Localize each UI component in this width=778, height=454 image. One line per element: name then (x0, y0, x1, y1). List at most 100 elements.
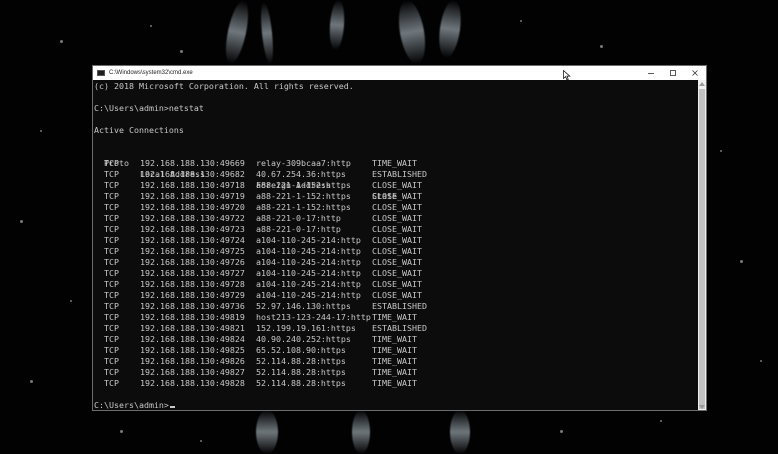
cell-proto: TCP (104, 378, 119, 388)
cell-state: CLOSE_WAIT (372, 202, 422, 212)
maximize-icon (670, 70, 676, 76)
table-row: TCP 192.168.188.130:49727 a104-110-245-214… (93, 268, 693, 279)
cell-foreign-address: a88-221-0-17:http (256, 224, 341, 234)
table-row: TCP 192.168.188.130:49722 a88-221-0-17:htt… (93, 213, 693, 224)
table-row: TCP 192.168.188.130:49682 40.67.254.36:htt… (93, 169, 693, 180)
cell-local-address: 192.168.188.130:49727 (140, 268, 245, 278)
cell-local-address: 192.168.188.130:49825 (140, 345, 245, 355)
cell-proto: TCP (104, 180, 119, 190)
cell-state: TIME_WAIT (372, 378, 417, 388)
cell-proto: TCP (104, 301, 119, 311)
cell-local-address: 192.168.188.130:49828 (140, 378, 245, 388)
cell-proto: TCP (104, 202, 119, 212)
cell-proto: TCP (104, 268, 119, 278)
cell-state: CLOSE_WAIT (372, 268, 422, 278)
cell-foreign-address: a88-221-1-152:https (256, 180, 351, 190)
cell-local-address: 192.168.188.130:49725 (140, 246, 245, 256)
table-row: TCP 192.168.188.130:49718 a88-221-1-152:ht… (93, 180, 693, 191)
cell-foreign-address: a104-110-245-214:http (256, 257, 361, 267)
maximize-button[interactable] (662, 66, 684, 80)
cell-state: TIME_WAIT (372, 356, 417, 366)
cell-foreign-address: a104-110-245-214:http (256, 235, 361, 245)
console-output[interactable]: (c) 2018 Microsoft Corporation. All righ… (93, 80, 699, 410)
table-row: TCP 192.168.188.130:49736 52.97.146.130:ht… (93, 301, 693, 312)
cell-state: ESTABLISHED (372, 323, 427, 333)
cell-proto: TCP (104, 334, 119, 344)
cell-state: CLOSE_WAIT (372, 279, 422, 289)
cell-proto: TCP (104, 345, 119, 355)
cell-foreign-address: 40.90.240.252:https (256, 334, 351, 344)
cell-local-address: 192.168.188.130:49718 (140, 180, 245, 190)
table-row: TCP 192.168.188.130:49723 a88-221-0-17:htt… (93, 224, 693, 235)
cell-foreign-address: 65.52.108.90:https (256, 345, 346, 355)
table-row: TCP 192.168.188.130:49726 a104-110-245-214… (93, 257, 693, 268)
table-row: TCP 192.168.188.130:49719 a88-221-1-152:ht… (93, 191, 693, 202)
cell-local-address: 192.168.188.130:49669 (140, 158, 245, 168)
table-row: TCP 192.168.188.130:49828 52.114.88.28:htt… (93, 378, 693, 389)
cell-proto: TCP (104, 158, 119, 168)
cell-proto: TCP (104, 235, 119, 245)
cell-local-address: 192.168.188.130:49720 (140, 202, 245, 212)
prompt-text: C:\Users\admin> (94, 400, 169, 410)
cell-local-address: 192.168.188.130:49824 (140, 334, 245, 344)
table-row: TCP 192.168.188.130:49819 host213-123-244-… (93, 312, 693, 323)
cell-foreign-address: host213-123-244-17:http (256, 312, 371, 322)
cell-proto: TCP (104, 224, 119, 234)
cell-state: TIME_WAIT (372, 334, 417, 344)
cell-local-address: 192.168.188.130:49826 (140, 356, 245, 366)
cmd-app-icon[interactable] (97, 70, 105, 76)
cell-foreign-address: 52.114.88.28:https (256, 356, 346, 366)
cell-local-address: 192.168.188.130:49719 (140, 191, 245, 201)
cell-state: CLOSE_WAIT (372, 257, 422, 267)
cell-foreign-address: a88-221-0-17:http (256, 213, 341, 223)
cell-proto: TCP (104, 191, 119, 201)
cell-state: TIME_WAIT (372, 367, 417, 377)
table-row: TCP 192.168.188.130:49669 relay-309bcaa7:h… (93, 158, 693, 169)
table-row: TCP 192.168.188.130:49821 152.199.19.161:h… (93, 323, 693, 334)
table-row: TCP 192.168.188.130:49728 a104-110-245-214… (93, 279, 693, 290)
vertical-scrollbar[interactable] (698, 80, 706, 410)
cell-state: TIME_WAIT (372, 312, 417, 322)
cell-proto: TCP (104, 312, 119, 322)
cell-foreign-address: 52.97.146.130:https (256, 301, 351, 311)
cell-foreign-address: 52.114.88.28:https (256, 367, 346, 377)
cell-local-address: 192.168.188.130:49827 (140, 367, 245, 377)
cell-proto: TCP (104, 323, 119, 333)
minimize-button[interactable] (640, 66, 662, 80)
mouse-pointer-icon (563, 70, 571, 81)
cell-local-address: 192.168.188.130:49724 (140, 235, 245, 245)
cell-foreign-address: a104-110-245-214:http (256, 279, 361, 289)
cell-proto: TCP (104, 367, 119, 377)
cell-proto: TCP (104, 279, 119, 289)
cell-local-address: 192.168.188.130:49736 (140, 301, 245, 311)
minimize-icon (648, 73, 654, 74)
window-title: C:\Windows\system32\cmd.exe (109, 70, 193, 76)
cell-foreign-address: 40.67.254.36:https (256, 169, 346, 179)
command-line: C:\Users\admin>netstat (94, 103, 204, 113)
cell-foreign-address: a88-221-1-152:https (256, 191, 351, 201)
cell-proto: TCP (104, 213, 119, 223)
close-icon (692, 70, 698, 76)
cell-local-address: 192.168.188.130:49726 (140, 257, 245, 267)
cell-local-address: 192.168.188.130:49682 (140, 169, 245, 179)
scroll-up-arrow-icon[interactable] (699, 82, 705, 86)
cell-proto: TCP (104, 356, 119, 366)
scroll-down-arrow-icon[interactable] (699, 405, 705, 409)
cell-proto: TCP (104, 257, 119, 267)
cell-foreign-address: a104-110-245-214:http (256, 290, 361, 300)
cmd-window[interactable]: C:\Windows\system32\cmd.exe (c) 2018 Mic… (92, 65, 707, 411)
table-row: TCP 192.168.188.130:49825 65.52.108.90:htt… (93, 345, 693, 356)
cell-state: CLOSE_WAIT (372, 180, 422, 190)
table-row: TCP 192.168.188.130:49729 a104-110-245-214… (93, 290, 693, 301)
close-button[interactable] (684, 66, 706, 80)
cell-state: TIME_WAIT (372, 345, 417, 355)
scroll-thumb[interactable] (699, 89, 705, 409)
table-row: TCP 192.168.188.130:49826 52.114.88.28:htt… (93, 356, 693, 367)
cell-local-address: 192.168.188.130:49819 (140, 312, 245, 322)
cell-local-address: 192.168.188.130:49722 (140, 213, 245, 223)
copyright-line: (c) 2018 Microsoft Corporation. All righ… (94, 81, 354, 91)
cell-state: CLOSE_WAIT (372, 235, 422, 245)
cell-state: CLOSE_WAIT (372, 290, 422, 300)
cell-local-address: 192.168.188.130:49728 (140, 279, 245, 289)
title-bar[interactable]: C:\Windows\system32\cmd.exe (93, 66, 706, 80)
